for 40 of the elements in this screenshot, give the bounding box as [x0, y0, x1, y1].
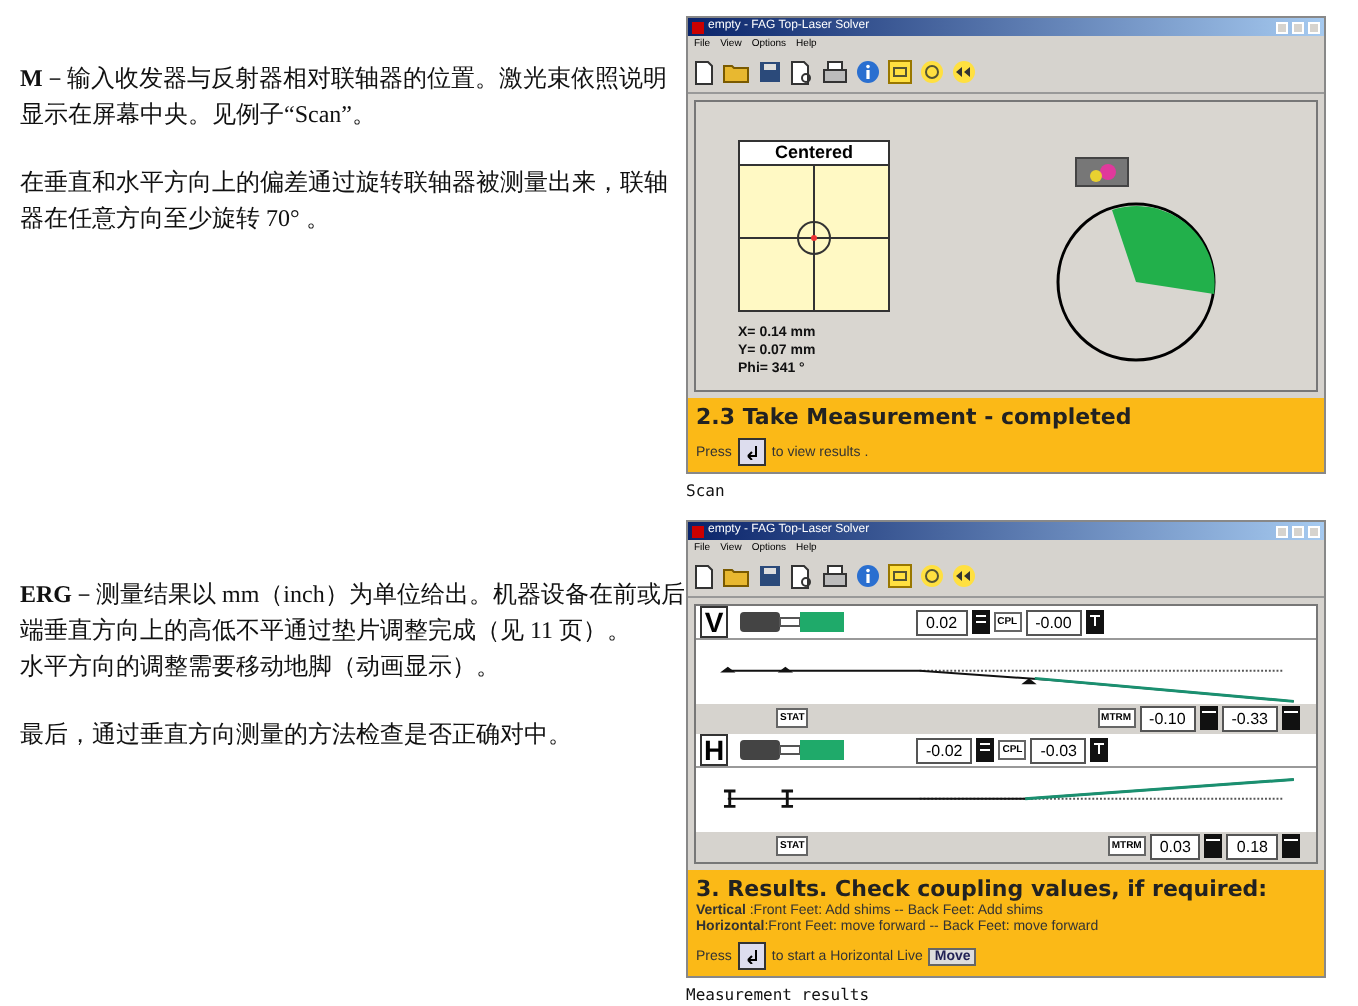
info-icon[interactable]	[856, 564, 880, 588]
enter-button[interactable]	[737, 438, 766, 466]
paragraph: 在垂直和水平方向上的偏差通过旋转联轴器被测量出来，联轴 器在任意方向至少旋转 70° 。	[20, 166, 670, 236]
app-icon	[692, 21, 704, 33]
target-heading: Centered	[738, 140, 890, 166]
folder-icon[interactable]	[722, 565, 750, 587]
figure-caption: Measurement results	[686, 986, 872, 1004]
coupling-value: -0.00	[1025, 609, 1082, 635]
feet-value: 0.18	[1226, 833, 1278, 860]
figure-caption: Scan	[686, 482, 727, 500]
feet-value: -0.33	[1221, 705, 1278, 732]
step-title: 2.3 Take Measurement - completed	[696, 404, 1134, 430]
info-icon[interactable]	[856, 60, 880, 84]
enter-key-icon	[743, 948, 760, 964]
circle-icon[interactable]	[920, 564, 944, 588]
printer-icon[interactable]	[822, 564, 848, 588]
printer-icon[interactable]	[822, 60, 848, 84]
feet-value: -0.10	[1139, 705, 1196, 732]
circle-icon[interactable]	[920, 60, 944, 84]
app-icon	[692, 525, 704, 537]
paragraph: M－输入收发器与反射器相对联轴器的位置。激光束依照说明 显示在屏幕中央。见例子“Scan”。	[20, 62, 669, 132]
coupling-value: 0.02	[916, 609, 968, 635]
step-title: 3. Results. Check coupling values, if required:	[696, 876, 1270, 902]
new-document-icon[interactable]	[694, 59, 714, 85]
paragraph: 最后，通过垂直方向测量的方法检查是否正确对中。	[20, 718, 574, 752]
coupling-value: -0.03	[1030, 737, 1087, 763]
new-document-icon[interactable]	[694, 563, 714, 589]
coupling-value: -0.02	[916, 737, 973, 763]
paragraph: 水平方向的调整需要移动地脚（动画显示）。	[20, 650, 502, 684]
enter-key-icon	[743, 444, 760, 460]
folder-icon[interactable]	[722, 61, 750, 83]
enter-button[interactable]	[737, 942, 766, 970]
rewind-icon[interactable]	[952, 564, 976, 588]
print-preview-icon[interactable]	[790, 59, 814, 85]
print-preview-icon[interactable]	[790, 563, 814, 589]
feet-value: 0.03	[1149, 833, 1201, 860]
axis-label: V	[700, 606, 728, 638]
axis-label: H	[700, 734, 728, 766]
paragraph: ERG－测量结果以 mm（inch）为单位给出。机器设备在前或后 端垂直方向上的高低不平通过垫片调整完成（见 11 页）。	[20, 578, 686, 648]
rewind-icon[interactable]	[952, 60, 976, 84]
